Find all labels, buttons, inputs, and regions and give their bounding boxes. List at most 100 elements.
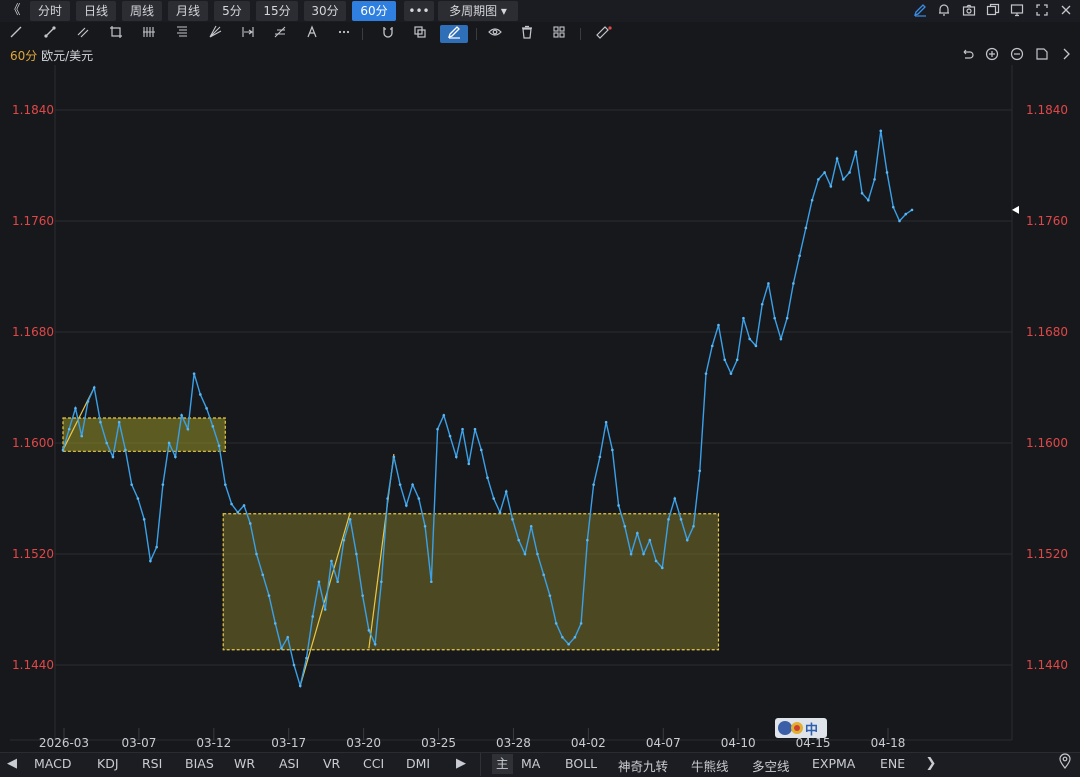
price-point — [117, 420, 121, 424]
price-point — [685, 538, 689, 542]
channel-tool-icon[interactable] — [73, 25, 93, 43]
tab-15min[interactable]: 15分 — [256, 1, 298, 21]
fullscreen-icon[interactable] — [1034, 3, 1050, 19]
x-tick-label: 03-20 — [346, 736, 381, 750]
price-point — [573, 635, 577, 639]
trash-icon[interactable] — [517, 25, 537, 43]
indicator-rsi[interactable]: RSI — [142, 756, 162, 771]
range-tool-icon[interactable] — [238, 25, 258, 43]
tab-monthly[interactable]: 月线 — [168, 1, 208, 21]
location-pin-icon[interactable] — [1054, 753, 1076, 775]
prev-indicators-button[interactable]: ◀ — [0, 753, 24, 775]
badge-label: 中 — [805, 723, 819, 738]
price-point — [111, 455, 115, 459]
more-overlays-button[interactable]: ❯ — [920, 753, 942, 775]
eye-icon[interactable] — [485, 25, 505, 43]
close-icon[interactable] — [1058, 3, 1074, 19]
grid-icon[interactable] — [549, 25, 569, 43]
window-icon[interactable] — [985, 3, 1001, 19]
overlay-long-short[interactable]: 多空线 — [752, 756, 790, 775]
pencil-icon[interactable] — [440, 25, 468, 43]
tab-5min[interactable]: 5分 — [214, 1, 250, 21]
price-point — [186, 427, 190, 431]
price-point — [336, 580, 339, 584]
price-point — [648, 538, 652, 542]
tab-timeshare[interactable]: 分时 — [30, 1, 70, 21]
overlay-ma[interactable]: MA — [521, 756, 540, 771]
camera-icon[interactable] — [961, 3, 977, 19]
indicator-bias[interactable]: BIAS — [185, 756, 214, 771]
price-point — [236, 511, 240, 514]
overlay-ene[interactable]: ENE — [880, 756, 905, 771]
tab-30min[interactable]: 30分 — [304, 1, 346, 21]
edit-icon[interactable] — [912, 3, 928, 19]
price-point — [80, 434, 84, 438]
indicator-dmi[interactable]: DMI — [406, 756, 430, 771]
more-button[interactable]: ••• — [404, 1, 434, 21]
range-box-annotation — [62, 417, 226, 452]
top-toolbar: 《 分时 日线 周线 月线 5分 15分 30分 60分 ••• 多周期图 ▾ — [0, 0, 1080, 22]
price-point — [161, 483, 165, 486]
price-point — [130, 483, 133, 486]
price-point — [373, 642, 377, 646]
fan-tool-icon[interactable] — [205, 25, 225, 43]
price-point — [417, 497, 421, 500]
tab-weekly[interactable]: 周线 — [122, 1, 162, 21]
y-tick-label-left: 1.1760 — [12, 214, 54, 228]
separator — [580, 28, 581, 40]
price-point — [136, 497, 140, 500]
line-tool-icon[interactable] — [6, 25, 26, 43]
price-point — [860, 191, 864, 195]
overlay-bull-bear[interactable]: 牛熊线 — [691, 756, 729, 775]
main-overlay-tab[interactable]: 主 — [492, 754, 513, 774]
price-point — [199, 393, 202, 396]
price-point — [74, 407, 77, 410]
language-badge[interactable]: 中 — [775, 718, 827, 738]
bell-icon[interactable] — [936, 3, 952, 19]
indicator-asi[interactable]: ASI — [279, 756, 299, 771]
next-indicators-button[interactable]: ▶ — [450, 753, 472, 775]
price-point — [623, 524, 627, 528]
price-point — [773, 316, 776, 320]
monitor-icon[interactable] — [1009, 3, 1025, 19]
tab-60min[interactable]: 60分 — [352, 1, 396, 21]
price-point — [904, 212, 908, 216]
magnet-icon[interactable] — [378, 25, 398, 43]
overlay-expma[interactable]: EXPMA — [812, 756, 855, 771]
price-point — [667, 518, 670, 521]
price-point — [842, 178, 845, 181]
price-point — [748, 337, 751, 341]
text-tool-icon[interactable] — [302, 25, 322, 43]
multi-period-dropdown[interactable]: 多周期图 ▾ — [438, 1, 518, 21]
price-point — [386, 497, 389, 500]
price-point — [224, 483, 227, 486]
indicator-kdj[interactable]: KDJ — [97, 756, 119, 771]
price-chart[interactable]: 1.1840 1.1760 1.1680 1.1600 1.1520 1.1440 1.1… — [0, 60, 1080, 750]
price-point — [61, 448, 65, 452]
tab-daily[interactable]: 日线 — [76, 1, 116, 21]
indicator-wr[interactable]: WR — [234, 756, 255, 771]
price-point — [398, 483, 402, 486]
separator — [476, 28, 477, 40]
price-point — [242, 504, 246, 507]
y-tick-label-left: 1.1840 — [12, 103, 54, 117]
fib-tool-icon[interactable] — [172, 25, 192, 43]
indicator-vr[interactable]: VR — [323, 756, 340, 771]
overlay-boll[interactable]: BOLL — [565, 756, 597, 771]
overlay-td-sequential[interactable]: 神奇九转 — [618, 756, 668, 775]
layers-icon[interactable] — [410, 25, 430, 43]
fork-tool-icon[interactable] — [139, 25, 159, 43]
more-tools-icon[interactable] — [334, 25, 354, 43]
x-tick-label: 04-10 — [721, 736, 756, 750]
price-point — [461, 427, 464, 431]
pattern-tool-icon[interactable] — [270, 25, 290, 43]
price-point — [792, 282, 795, 285]
indicator-cci[interactable]: CCI — [363, 756, 384, 771]
price-point — [492, 497, 496, 500]
ruler-icon[interactable] — [594, 25, 614, 43]
ray-tool-icon[interactable] — [40, 25, 60, 43]
crop-tool-icon[interactable] — [106, 25, 126, 43]
indicator-macd[interactable]: MACD — [34, 756, 71, 771]
collapse-icon[interactable]: 《 — [6, 3, 22, 19]
y-tick-label-right: 1.1600 — [1026, 436, 1068, 450]
